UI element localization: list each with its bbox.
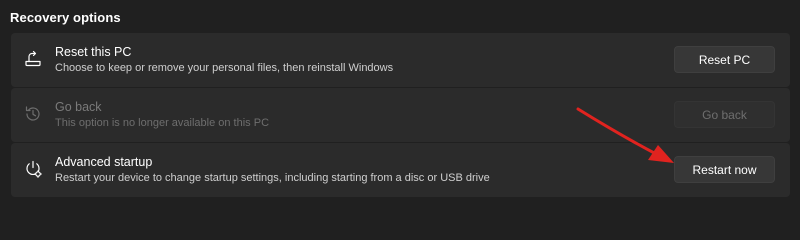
go-back-card: Go back This option is no longer availab… xyxy=(11,88,790,142)
history-icon xyxy=(23,104,43,124)
option-title: Advanced startup xyxy=(55,155,153,169)
option-title: Reset this PC xyxy=(55,45,132,59)
go-back-button[interactable]: Go back xyxy=(674,101,775,128)
option-description: This option is no longer available on th… xyxy=(55,117,270,129)
advanced-startup-card: Advanced startup Restart your device to … xyxy=(11,143,790,197)
option-title: Go back xyxy=(55,100,102,114)
advanced-startup-icon xyxy=(23,159,43,179)
option-description: Choose to keep or remove your personal f… xyxy=(55,62,394,74)
restart-now-button[interactable]: Restart now xyxy=(674,156,775,183)
reset-pc-icon xyxy=(23,49,43,69)
option-description: Restart your device to change startup se… xyxy=(55,172,490,184)
reset-this-pc-card: Reset this PC Choose to keep or remove y… xyxy=(11,33,790,87)
reset-pc-button[interactable]: Reset PC xyxy=(674,46,775,73)
section-title: Recovery options xyxy=(10,10,121,25)
